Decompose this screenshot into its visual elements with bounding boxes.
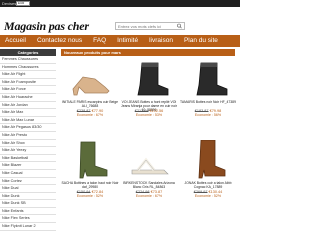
sidebar-item-category[interactable]: Nike Air Jordan xyxy=(0,102,56,110)
product-card[interactable]: INITIALE PARIS escarpins cuir Beige ALI_… xyxy=(61,59,119,139)
black-ankle-boot-icon[interactable] xyxy=(124,59,174,99)
sidebar-item-category[interactable]: Nike Enfants xyxy=(0,208,56,216)
sidebar-item-category[interactable]: Nike Cortez xyxy=(0,178,56,186)
sidebar-item-category[interactable]: Nike Air Foamposite xyxy=(0,79,56,87)
nav-item-intimite[interactable]: Intimité xyxy=(112,35,144,47)
sidebar-item-category[interactable]: Nike Air Huarache xyxy=(0,94,56,102)
category-list: Femmes Chaussures Hommes Chaussures Nike A… xyxy=(0,56,56,231)
sidebar-item-category[interactable]: Nike Air Flight xyxy=(0,71,56,79)
nav-item-contact[interactable]: Contactez nous xyxy=(32,35,88,47)
sidebar-item-category[interactable]: Nike Casual xyxy=(0,170,56,178)
currency-label: Devises xyxy=(2,1,17,6)
sidebar-title: Categories xyxy=(0,49,56,56)
top-bar: Devises EUR xyxy=(0,0,240,7)
nav-item-accueil[interactable]: Accueil xyxy=(0,35,32,47)
sidebar-item-category[interactable]: Nike Flex Series xyxy=(0,215,56,224)
nav-item-faq[interactable]: FAQ xyxy=(88,35,112,47)
product-saving: Economie : 67% xyxy=(76,113,104,117)
sidebar-item-category[interactable]: Nike Air Pegasus 83/30 xyxy=(0,124,56,132)
product-saving: Economie : 67% xyxy=(135,194,163,198)
beige-heel-shoe-icon[interactable] xyxy=(65,59,115,99)
search-box xyxy=(115,22,185,30)
product-card[interactable]: JONAK Bottes cuir a talon Aibb Cognac KA… xyxy=(179,139,237,220)
black-ankle-boot-icon[interactable] xyxy=(183,59,233,99)
main-content: Nouveaux produits pour mars INITIALE PAR… xyxy=(61,49,240,240)
nav-item-plan-du-site[interactable]: Plan du site xyxy=(179,35,224,47)
page: Devises EUR Magasin pas cher Accueil Con… xyxy=(0,0,240,240)
sidebar-item-category[interactable]: Femmes Chaussures xyxy=(0,56,56,64)
main-nav: Accueil Contactez nous FAQ Intimité livr… xyxy=(0,35,240,47)
product-card[interactable]: BIRKENSTOCK Sandales Arizona Blanc Gris … xyxy=(120,140,178,220)
product-name[interactable]: INITIALE PARIS escarpins cuir Beige ALI_… xyxy=(61,100,119,108)
sidebar-item-category[interactable]: Nike Blazer xyxy=(0,162,56,170)
sidebar-item-category[interactable]: Nike Dunk xyxy=(0,193,56,201)
sidebar-item-category[interactable]: Nike Dual xyxy=(0,185,56,193)
product-saving: Economie : 56% xyxy=(194,113,222,117)
brown-tall-boot-icon[interactable] xyxy=(183,139,233,180)
sidebar-item-category[interactable]: Nike Basketball xyxy=(0,155,56,163)
section-title: Nouveaux produits pour mars xyxy=(61,49,235,56)
white-sandal-icon[interactable] xyxy=(124,140,174,180)
search-input[interactable] xyxy=(116,23,176,29)
sidebar-item-category[interactable]: Nike Air Force xyxy=(0,86,56,94)
site-logo[interactable]: Magasin pas cher xyxy=(4,19,89,34)
product-name[interactable]: BIRKENSTOCK Sandales Arizona Blanc Gris … xyxy=(120,181,178,189)
product-name[interactable]: SACHA Bottines a talon haut noir Noir da… xyxy=(61,181,119,189)
green-heel-boot-icon[interactable] xyxy=(65,140,115,180)
product-saving: Economie : 52% xyxy=(76,194,104,198)
product-card[interactable]: SACHA Bottines a talon haut noir Noir da… xyxy=(61,140,119,220)
sidebar-item-category[interactable]: Nike Air Yeezy xyxy=(0,147,56,155)
product-name[interactable]: TAMARIS Bottes noir Noir HF_47389 xyxy=(179,100,237,104)
sidebar-item-category[interactable]: Hommes Chaussures xyxy=(0,64,56,72)
sidebar-item-category[interactable]: Nike Air Max xyxy=(0,109,56,117)
search-icon[interactable] xyxy=(176,23,183,29)
category-sidebar: Categories Femmes Chaussures Hommes Chaus… xyxy=(0,49,56,240)
product-saving: Economie : 52% xyxy=(194,194,222,198)
sidebar-item-category[interactable]: Nike Air Shox xyxy=(0,140,56,148)
sidebar-item-category[interactable]: Nike Air Presto xyxy=(0,132,56,140)
product-card[interactable]: TAMARIS Bottes noir Noir HF_47389 €183.87… xyxy=(179,59,237,139)
product-saving: Economie : 53% xyxy=(135,113,163,117)
sidebar-item-category[interactable]: Nike Flyknit Lunar 2 xyxy=(0,223,56,231)
product-name[interactable]: JONAK Bottes cuir a talon Aibb Cognac KA… xyxy=(179,181,237,189)
sidebar-item-category[interactable]: Nike Air Max Lunar xyxy=(0,117,56,125)
sidebar-item-category[interactable]: Nike Dunk SB xyxy=(0,200,56,208)
header: Magasin pas cher xyxy=(0,7,240,34)
nav-item-livraison[interactable]: livraison xyxy=(144,35,179,47)
currency-select[interactable]: EUR xyxy=(16,1,30,6)
product-card[interactable]: VOI JEANS Bottes a hont replié VOI Jeans… xyxy=(120,59,178,139)
